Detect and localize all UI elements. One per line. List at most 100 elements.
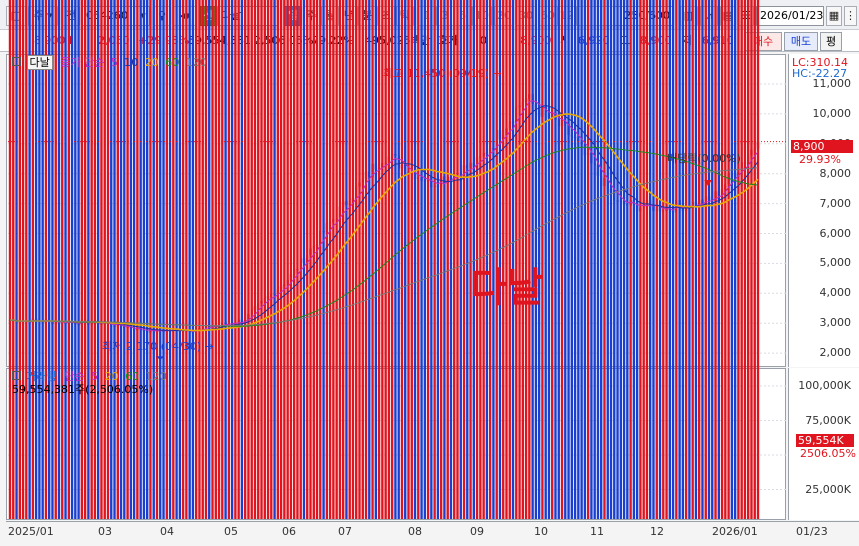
last-price-tag: 8,900 xyxy=(791,140,853,153)
price-ytick: 7,000 xyxy=(819,196,852,210)
vol-ma-period-120[interactable]: 120 xyxy=(142,370,167,383)
x-tick-label: 01/23 xyxy=(796,525,828,538)
interval-input[interactable] xyxy=(576,6,614,26)
open-label: 시 xyxy=(560,34,571,47)
last-pct-tag: 29.93% xyxy=(797,153,843,166)
x-tick-label: 08 xyxy=(408,525,422,538)
ma-period-20[interactable]: 20 xyxy=(141,56,159,69)
chart-type-icon[interactable]: ▥ xyxy=(680,6,698,26)
x-tick-label: 11 xyxy=(590,525,604,538)
price-ytick: 5,000 xyxy=(819,256,852,270)
low-price: 6,910 xyxy=(702,34,734,47)
minute-button-20[interactable]: 20 xyxy=(494,6,514,26)
stock-name-value: 다날 xyxy=(221,9,242,22)
volume-ma-label: 단순 xyxy=(64,370,85,383)
trade-amount: 495,026백만 xyxy=(365,34,431,47)
sound-icon[interactable]: ◂▾ xyxy=(173,6,197,26)
current-price: 8,900⬆ xyxy=(34,34,75,47)
eval-button[interactable]: 평 xyxy=(820,32,842,51)
date-input[interactable]: 2026/01/23 xyxy=(756,6,824,26)
volume-ratio: 2,506.05% xyxy=(254,34,314,47)
more-icon[interactable]: ⋮ xyxy=(844,6,857,26)
count-input[interactable]: 250/600 xyxy=(614,6,674,26)
volume-ytick: 100,000K xyxy=(798,379,851,392)
buy-button[interactable]: 매수 xyxy=(744,32,782,51)
minute-button-60[interactable]: 60 xyxy=(538,6,558,26)
x-tick-label: 04 xyxy=(160,525,174,538)
dividend-note: 배당락(0.00%) xyxy=(667,152,741,165)
period-select[interactable]: 주 ▾ xyxy=(28,6,58,26)
interval-button-3[interactable]: 년 xyxy=(339,6,358,26)
calendar-icon[interactable]: ▦ xyxy=(826,6,842,26)
high-note: 최고 11,450 (09/19) → xyxy=(383,67,502,80)
price-ytick: 4,000 xyxy=(819,286,852,300)
settings-icon[interactable]: ☰ xyxy=(738,6,754,26)
ma-period-10[interactable]: 10 xyxy=(121,56,138,69)
price-ytick: 10,000 xyxy=(812,106,852,120)
x-tick-label: 06 xyxy=(282,525,296,538)
low-label: 저 xyxy=(682,34,693,47)
interval-button-2[interactable]: 월 xyxy=(321,6,340,26)
x-tick-label: 2026/01 xyxy=(712,525,758,538)
interval-button-0[interactable]: 일 xyxy=(284,6,302,26)
volume-current: 59,554,381주(2,506.05%) xyxy=(12,383,154,396)
hoga-value: 0 xyxy=(480,34,487,47)
x-tick-label: 03 xyxy=(98,525,112,538)
price-legend: 다날 종가 단순 5 10 20 60 120 xyxy=(12,55,207,70)
ma-period-60[interactable]: 60 xyxy=(162,56,179,69)
interval-button-4[interactable]: 분 xyxy=(358,6,377,26)
price-ytick: 6,000 xyxy=(819,226,852,240)
indicator-icon[interactable]: ⩘ xyxy=(700,6,718,26)
price-ytick: 8,000 xyxy=(819,166,852,180)
volume-title: 거래량 xyxy=(26,370,57,383)
minute-button-5[interactable]: 5 xyxy=(454,6,472,26)
sell-button[interactable]: 매도 xyxy=(784,32,818,51)
chart-layout-icon[interactable]: ◫ xyxy=(6,6,26,26)
vol-ma-period-20[interactable]: 20 xyxy=(101,370,119,383)
price-ytick: 2,000 xyxy=(819,346,852,360)
volume-ytick: 75,000K xyxy=(805,413,851,427)
interval-button-6[interactable]: 틱 xyxy=(395,6,414,26)
vol-ma-period-60[interactable]: 60 xyxy=(122,370,139,383)
count-value: 250 xyxy=(624,9,646,22)
current-price-value: 8,900 xyxy=(34,34,66,47)
x-tick-label: 10 xyxy=(534,525,548,538)
save-icon[interactable]: ▤ xyxy=(720,6,736,26)
minute-button-3[interactable]: 3 xyxy=(436,6,454,26)
high-price: 8,900 xyxy=(640,34,672,47)
stock-tab[interactable]: 다날 xyxy=(26,55,53,70)
vol-ma-period-5[interactable]: 5 xyxy=(91,370,98,383)
turnover-rate: 79.22% xyxy=(312,34,354,47)
price-change: 2,050 xyxy=(98,34,130,47)
ma-period-120[interactable]: 120 xyxy=(182,56,207,69)
volume-legend: 거래량 단순 5 20 60 120 xyxy=(12,370,167,384)
minute-button-10[interactable]: 10 xyxy=(472,6,492,26)
x-tick-label: 2025/01 xyxy=(8,525,54,538)
x-tick-label: 09 xyxy=(470,525,484,538)
price-plot[interactable] xyxy=(6,54,786,367)
minute-button-1[interactable]: 1 xyxy=(418,6,436,26)
x-tick-label: 07 xyxy=(338,525,352,538)
credit-badge: 신 xyxy=(200,6,216,26)
legend-box-icon-2 xyxy=(12,371,21,380)
stock-name-field[interactable]: 다날 xyxy=(217,6,279,26)
last-volume-tag: 59,554K xyxy=(796,434,854,447)
low-note: 최저 2,170 (04/30) → xyxy=(102,340,214,353)
minute-button-30[interactable]: 30 xyxy=(516,6,536,26)
x-tick-label: 12 xyxy=(650,525,664,538)
high-note-text: 최고 11,450 (09/19) xyxy=(383,67,490,80)
price-ytick: 11,000 xyxy=(812,77,852,90)
low-note-text: 최저 2,170 (04/30) xyxy=(102,340,202,353)
open-price: 6,920 xyxy=(578,34,610,47)
high-label: 고 xyxy=(620,34,631,47)
ma-period-5[interactable]: 5 xyxy=(111,56,118,69)
ma-label: 종가 단순 xyxy=(60,56,105,69)
search-icon[interactable]: ⚲ xyxy=(153,6,171,26)
code-dropdown-icon[interactable]: ▾ xyxy=(136,7,150,25)
interval-button-5[interactable]: 초 xyxy=(377,6,395,26)
interval-button-1[interactable]: 주 xyxy=(302,6,321,26)
market-type-button[interactable]: 전 xyxy=(62,6,80,26)
stock-code-value: 064260 xyxy=(86,9,128,22)
volume-ytick: 25,000K xyxy=(805,482,851,496)
legend-box-icon xyxy=(12,57,21,66)
